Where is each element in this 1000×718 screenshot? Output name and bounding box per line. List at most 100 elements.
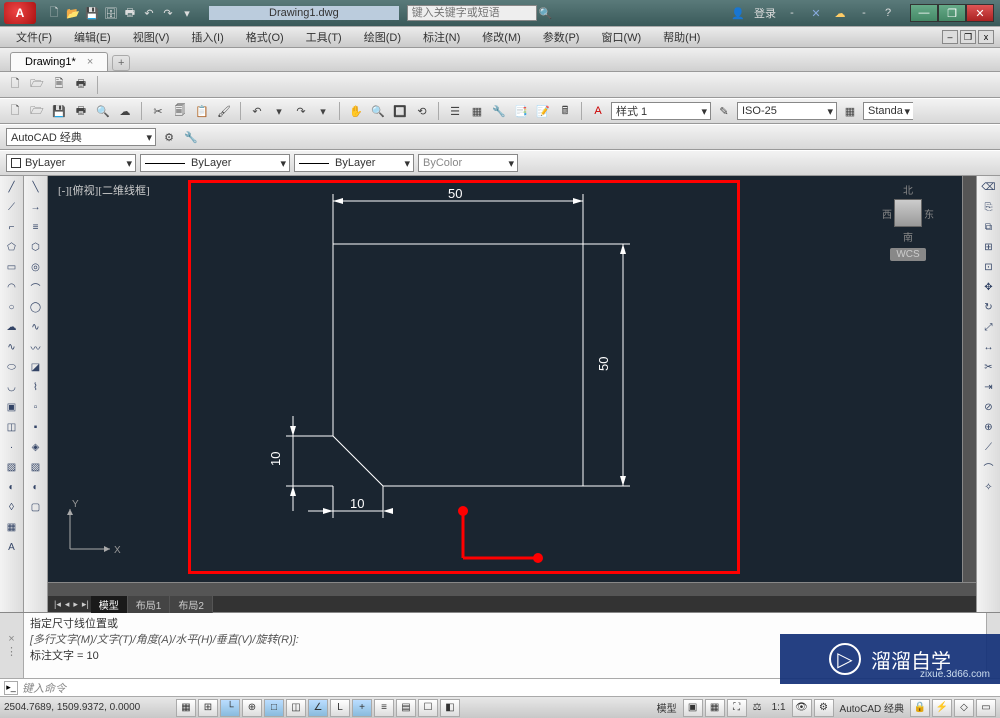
undo-icon[interactable]: ↶	[141, 5, 157, 21]
menu-edit[interactable]: 编辑(E)	[64, 27, 121, 47]
app-logo[interactable]: A	[4, 2, 36, 24]
scale-icon[interactable]: ⤢	[980, 318, 998, 336]
mirror-icon[interactable]: ⧉	[980, 218, 998, 236]
more2-icon[interactable]: ▪	[27, 418, 45, 436]
ucs-icon[interactable]: Y X	[60, 499, 120, 562]
zoom-window-icon[interactable]: 🔲	[391, 102, 409, 120]
point-icon[interactable]: ·	[3, 438, 21, 456]
menu-modify[interactable]: 修改(M)	[472, 27, 531, 47]
close-button[interactable]: ✕	[966, 4, 994, 22]
array-icon[interactable]: ⊡	[980, 258, 998, 276]
xline-icon[interactable]: ⟋	[3, 198, 21, 216]
cut-icon[interactable]: ✂	[149, 102, 167, 120]
tab-close-icon[interactable]: ×	[87, 56, 93, 68]
undo-more-icon[interactable]: ▾	[270, 102, 288, 120]
print2-icon[interactable]: 🖶	[72, 102, 90, 120]
hatch2-icon[interactable]: ▧	[27, 458, 45, 476]
spline-icon[interactable]: ∿	[3, 338, 21, 356]
more1-icon[interactable]: ▫	[27, 398, 45, 416]
ellipse-icon[interactable]: ⬭	[3, 358, 21, 376]
rotate-icon[interactable]: ↻	[980, 298, 998, 316]
cloud-icon[interactable]: ☁	[832, 5, 848, 21]
more3-icon[interactable]: ◈	[27, 438, 45, 456]
tb-open-icon[interactable]: 🗁	[28, 76, 46, 94]
publish-icon[interactable]: ☁	[116, 102, 134, 120]
undo2-icon[interactable]: ↶	[248, 102, 266, 120]
help-icon[interactable]: ?	[880, 5, 896, 21]
tab-model[interactable]: 模型	[91, 596, 128, 613]
zoom-prev-icon[interactable]: ⟲	[413, 102, 431, 120]
dimstyle-icon[interactable]: ✎	[715, 102, 733, 120]
menu-draw[interactable]: 绘图(D)	[354, 27, 411, 47]
menu-help[interactable]: 帮助(H)	[653, 27, 710, 47]
save-icon[interactable]: 💾	[84, 5, 100, 21]
rect-icon[interactable]: ▭	[3, 258, 21, 276]
saveas-icon[interactable]: 🗄	[103, 5, 119, 21]
mdi-close-icon[interactable]: x	[978, 30, 994, 44]
wcs-label[interactable]: WCS	[890, 248, 925, 261]
tab-new-button[interactable]: +	[112, 55, 130, 71]
wipeout-icon[interactable]: ◪	[27, 358, 45, 376]
menu-view[interactable]: 视图(V)	[123, 27, 180, 47]
tb-new-icon[interactable]: 🗋	[6, 76, 24, 94]
cmd-input-icon[interactable]: ▸_	[4, 681, 18, 695]
copy2-icon[interactable]: ⎘	[980, 198, 998, 216]
menu-tools[interactable]: 工具(T)	[296, 27, 352, 47]
erase-icon[interactable]: ⌫	[980, 178, 998, 196]
open2-icon[interactable]: 🗁	[28, 102, 46, 120]
sign-in-icon[interactable]: 👤	[730, 5, 746, 21]
join-icon[interactable]: ⊕	[980, 418, 998, 436]
revcloud-icon[interactable]: ☁	[3, 318, 21, 336]
tab-first-icon[interactable]: |◂	[52, 599, 63, 610]
maximize-button[interactable]: ❐	[938, 4, 966, 22]
menu-format[interactable]: 格式(O)	[236, 27, 294, 47]
textstyle-combo[interactable]: 样式 1	[611, 102, 711, 120]
new2-icon[interactable]: 🗋	[6, 102, 24, 120]
lineweight-combo[interactable]: ByLayer	[294, 154, 414, 172]
ray-icon[interactable]: →	[27, 198, 45, 216]
menu-file[interactable]: 文件(F)	[6, 27, 62, 47]
dc-icon[interactable]: ▦	[468, 102, 486, 120]
tb-save-icon[interactable]: 🗎	[50, 76, 68, 94]
linetype-combo[interactable]: ByLayer	[140, 154, 290, 172]
ellipsearc-icon[interactable]: ◡	[3, 378, 21, 396]
new-icon[interactable]: 🗋	[46, 5, 62, 21]
viewcube[interactable]: 北 西 东 南 WCS	[882, 182, 934, 261]
exchange-icon[interactable]: ✕	[808, 5, 824, 21]
cmd-close-icon[interactable]: ×	[8, 633, 14, 645]
status-model[interactable]: 模型	[653, 700, 681, 715]
menu-parametric[interactable]: 参数(P)	[533, 27, 590, 47]
minimize-button[interactable]: —	[910, 4, 938, 22]
pan-icon[interactable]: ✋	[347, 102, 365, 120]
line-icon[interactable]: ╱	[3, 178, 21, 196]
tab-layout2[interactable]: 布局2	[170, 596, 213, 613]
more5-icon[interactable]: ▢	[27, 498, 45, 516]
ws-tool-icon[interactable]: 🔧	[182, 128, 200, 146]
tab-layout1[interactable]: 布局1	[128, 596, 171, 613]
arc-icon[interactable]: ◠	[3, 278, 21, 296]
arc2-icon[interactable]: ⌒	[27, 278, 45, 296]
paste-icon[interactable]: 📋	[193, 102, 211, 120]
qat-more-icon[interactable]: ▾	[179, 5, 195, 21]
save2-icon[interactable]: 💾	[50, 102, 68, 120]
sheet-icon[interactable]: 📑	[512, 102, 530, 120]
mline-icon[interactable]: ≡	[27, 218, 45, 236]
props-icon[interactable]: ☰	[446, 102, 464, 120]
zoom-icon[interactable]: 🔍	[369, 102, 387, 120]
donut-icon[interactable]: ◎	[27, 258, 45, 276]
status-scale[interactable]: 1:1	[768, 702, 790, 713]
cloud2-icon[interactable]: ∿	[27, 318, 45, 336]
textstyle-icon[interactable]: A	[589, 102, 607, 120]
annoscale-icon[interactable]: ⚖	[749, 702, 766, 713]
preview-icon[interactable]: 🔍	[94, 102, 112, 120]
hatch-icon[interactable]: ▨	[3, 458, 21, 476]
menu-window[interactable]: 窗口(W)	[591, 27, 651, 47]
tablestyle-combo[interactable]: Standa	[863, 102, 913, 120]
workspace-combo[interactable]: AutoCAD 经典	[6, 128, 156, 146]
more4-icon[interactable]: ◐	[27, 478, 45, 496]
move-icon[interactable]: ✥	[980, 278, 998, 296]
block-icon[interactable]: ◫	[3, 418, 21, 436]
offset-icon[interactable]: ⊞	[980, 238, 998, 256]
ws-settings-icon[interactable]: ⚙	[160, 128, 178, 146]
polygon-icon[interactable]: ⬠	[3, 238, 21, 256]
